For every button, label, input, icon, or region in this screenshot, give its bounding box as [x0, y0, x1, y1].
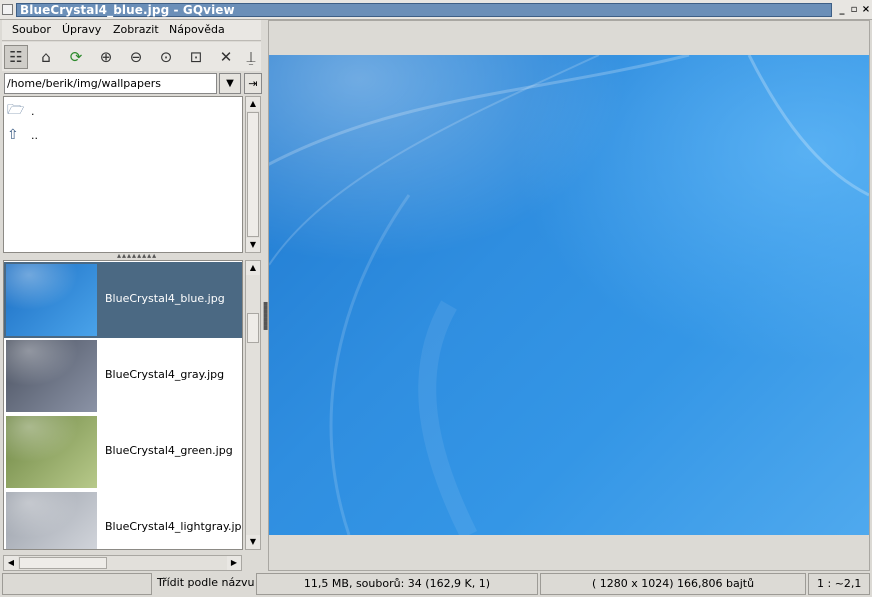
- pane-resize-handle[interactable]: ▴▴▴▴▴▴▴▴: [117, 252, 156, 260]
- title-highlight: BlueCrystal4_blue.jpg - GQview: [16, 3, 832, 17]
- dir-name: ..: [31, 128, 38, 142]
- parent-dir-icon: ⇧: [7, 127, 19, 143]
- thumb-row[interactable]: BlueCrystal4_gray.jpg: [4, 338, 242, 414]
- scroll-down-icon[interactable]: ▼: [246, 238, 260, 252]
- scroll-thumb[interactable]: [247, 112, 259, 237]
- thumbnail-filename: BlueCrystal4_gray.jpg: [105, 368, 225, 381]
- close-button[interactable]: ×: [860, 3, 872, 16]
- wallpaper-swirl-graphic: [269, 55, 869, 535]
- thumb-row[interactable]: BlueCrystal4_lightgray.jpg: [4, 490, 243, 549]
- scroll-down-icon[interactable]: ▼: [246, 535, 260, 549]
- refresh-icon[interactable]: ⟳: [64, 45, 88, 69]
- thumblist-scrollbar[interactable]: ▲ ▼: [245, 260, 261, 550]
- scroll-right-icon[interactable]: ▶: [227, 556, 241, 570]
- folder-open-icon: 🗁: [7, 102, 25, 118]
- path-go-button[interactable]: ⇥: [244, 73, 262, 94]
- status-zoom: 1 : ~2,1: [808, 573, 870, 595]
- status-file-count: 11,5 MB, souborů: 34 (162,9 K, 1): [256, 573, 538, 595]
- scroll-up-icon[interactable]: ▲: [246, 97, 260, 111]
- thumb-row[interactable]: BlueCrystal4_blue.jpg: [4, 262, 242, 338]
- menu-bar: Soubor Úpravy Zobrazit Nápověda: [2, 20, 261, 41]
- dirlist-scrollbar[interactable]: ▲ ▼: [245, 96, 261, 253]
- window-menu-icon[interactable]: [2, 4, 13, 15]
- menu-napoveda[interactable]: Nápověda: [169, 23, 225, 36]
- dir-row-parent[interactable]: ⇧ ..: [7, 125, 38, 145]
- path-history-dropdown[interactable]: ▼: [219, 73, 241, 94]
- status-bar: Třídit podle názvu 11,5 MB, souborů: 34 …: [0, 572, 872, 597]
- dir-name: .: [31, 104, 35, 118]
- scroll-up-icon[interactable]: ▲: [246, 261, 260, 275]
- directory-list: 🗁 . ⇧ ..: [3, 96, 243, 253]
- scroll-thumb[interactable]: [19, 557, 107, 569]
- thumbnail-filename: BlueCrystal4_blue.jpg: [105, 292, 225, 305]
- dir-row-current[interactable]: 🗁 .: [7, 101, 35, 121]
- title-bar: BlueCrystal4_blue.jpg - GQview _ ▫ ×: [0, 0, 872, 20]
- minimize-button[interactable]: _: [836, 3, 848, 16]
- zoom-out-icon[interactable]: ⊖: [124, 45, 148, 69]
- path-row: ▼ ⇥: [2, 72, 262, 96]
- pin-icon[interactable]: ⍊: [239, 45, 263, 69]
- scroll-left-icon[interactable]: ◀: [4, 556, 18, 570]
- menu-zobrazit[interactable]: Zobrazit: [113, 23, 159, 36]
- tools-icon[interactable]: ✕: [214, 45, 238, 69]
- menu-soubor[interactable]: Soubor: [12, 23, 51, 36]
- zoom-fit-icon[interactable]: ⊡: [184, 45, 208, 69]
- sort-button[interactable]: Třídit podle názvu: [153, 573, 254, 595]
- image-viewer[interactable]: [268, 20, 870, 571]
- home-icon[interactable]: ⌂: [34, 45, 58, 69]
- zoom-in-icon[interactable]: ⊕: [94, 45, 118, 69]
- menu-upravy[interactable]: Úpravy: [62, 23, 101, 36]
- thumbnail-image: [6, 416, 97, 488]
- thumbnail-image: [6, 264, 97, 336]
- thumb-row[interactable]: BlueCrystal4_green.jpg: [4, 414, 242, 490]
- thumbnail-image: [6, 492, 97, 549]
- displayed-image: [269, 55, 869, 535]
- thumbnail-image: [6, 340, 97, 412]
- window-title: BlueCrystal4_blue.jpg - GQview: [20, 3, 235, 17]
- thumbnail-filename: BlueCrystal4_lightgray.jpg: [105, 520, 243, 533]
- status-progress: [2, 573, 152, 595]
- thumbnails-toggle-icon[interactable]: ☷: [4, 45, 28, 69]
- scroll-thumb[interactable]: [247, 313, 259, 343]
- thumbnail-list: BlueCrystal4_blue.jpg BlueCrystal4_gray.…: [3, 260, 243, 550]
- path-input[interactable]: [4, 73, 217, 94]
- thumbnail-filename: BlueCrystal4_green.jpg: [105, 444, 233, 457]
- maximize-button[interactable]: ▫: [848, 3, 860, 16]
- status-image-info: ( 1280 x 1024) 166,806 bajtů: [540, 573, 806, 595]
- thumblist-hscrollbar[interactable]: ◀ ▶: [3, 555, 242, 571]
- toolbar: ☷ ⌂ ⟳ ⊕ ⊖ ⊙ ⊡ ✕ ⍊: [2, 42, 261, 71]
- zoom-original-icon[interactable]: ⊙: [154, 45, 178, 69]
